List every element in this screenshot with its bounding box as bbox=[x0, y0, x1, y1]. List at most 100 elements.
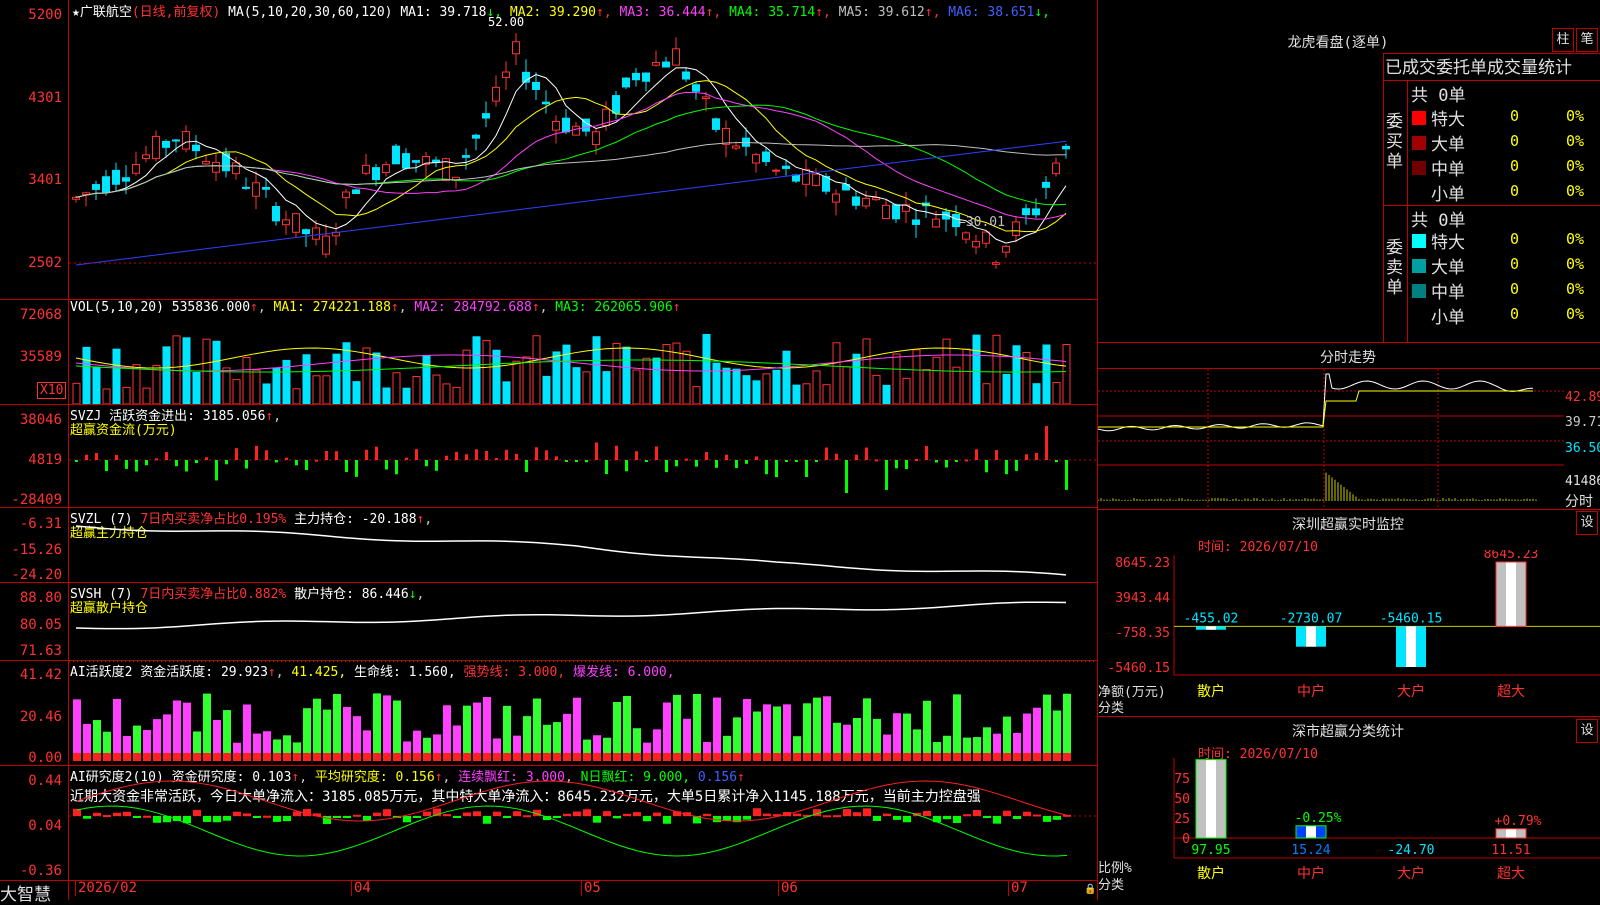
ai-research-ytick-0: 0.44 bbox=[28, 773, 62, 789]
order-size-label: 特大 bbox=[1431, 110, 1465, 130]
intraday-chart[interactable] bbox=[1098, 369, 1564, 507]
intraday-ylabel-0: 42.89 bbox=[1565, 390, 1600, 405]
svzl-chart[interactable] bbox=[69, 508, 1097, 582]
right-panel: 龙虎看盘(逐单) 柱 笔 已成交委托单成交量统计 委买单 委卖单 共 0单 共 … bbox=[1098, 0, 1600, 900]
sz-monitor-bar bbox=[1296, 626, 1326, 647]
sz-class-pct: -0.25% bbox=[1295, 811, 1342, 826]
svsh-ytick-1: 80.05 bbox=[19, 617, 62, 633]
lock-icon[interactable]: 🔒 bbox=[1084, 884, 1096, 895]
intraday-ylabel-2: 36.50 bbox=[1565, 441, 1600, 456]
sz-class-bar bbox=[1195, 759, 1227, 839]
order-size-label: 中单 bbox=[1431, 283, 1465, 303]
sz-class-pct: -0.04% bbox=[1195, 758, 1242, 760]
sz-class-ytick: 75 bbox=[1174, 772, 1190, 787]
sz-monitor-ytick: -758.35 bbox=[1115, 626, 1170, 641]
order-count: 0 bbox=[1510, 157, 1520, 175]
order-size-label: 特大 bbox=[1431, 233, 1465, 253]
sz-class-category: 大户 bbox=[1397, 865, 1425, 882]
svzj-ytick-2: -28409 bbox=[11, 492, 62, 508]
vol-ytick-high: 72068 bbox=[19, 307, 62, 323]
order-size-label: 大单 bbox=[1431, 258, 1465, 278]
low-marker: ←30.01 bbox=[958, 215, 1005, 230]
intraday-ylabel-1: 39.71 bbox=[1565, 415, 1600, 430]
order-pct: 0% bbox=[1566, 230, 1585, 248]
sz-class-bar bbox=[1295, 825, 1327, 839]
column-view-button[interactable]: 柱 bbox=[1552, 28, 1574, 52]
tick-view-button[interactable]: 笔 bbox=[1576, 28, 1598, 52]
sz-class-title: 深市超赢分类统计 bbox=[1292, 724, 1404, 740]
ai-research-chart[interactable] bbox=[69, 766, 1097, 880]
sz-monitor-title: 深圳超赢实时监控 bbox=[1292, 517, 1404, 533]
order-pct: 0% bbox=[1566, 157, 1585, 175]
order-pct: 0% bbox=[1566, 182, 1585, 200]
sz-monitor-bar bbox=[1196, 626, 1226, 630]
sz-monitor-category: 超大 bbox=[1497, 684, 1525, 700]
x-axis-label: 06 bbox=[778, 880, 798, 896]
order-pct: 0% bbox=[1566, 107, 1585, 125]
price-ytick: 2502 bbox=[28, 255, 62, 271]
svzl-ytick-0: -6.31 bbox=[19, 516, 62, 532]
sz-monitor-bar bbox=[1396, 626, 1426, 667]
dragon-tabs[interactable]: 已成交委托单成交量统计 bbox=[1385, 53, 1572, 78]
legend-swatch bbox=[1412, 284, 1426, 298]
sz-monitor-bar-label: -5460.15 bbox=[1380, 611, 1443, 626]
sz-class-category: 中户 bbox=[1297, 865, 1325, 882]
x-axis-label: 2026/02 bbox=[75, 880, 137, 896]
sz-monitor-xlabel: 分类 bbox=[1098, 701, 1125, 716]
sz-class-ytick: 0 bbox=[1182, 832, 1190, 847]
svsh-ytick-0: 88.80 bbox=[19, 590, 62, 606]
order-pct: 0% bbox=[1566, 132, 1585, 150]
sz-monitor-category: 散户 bbox=[1197, 683, 1225, 700]
intraday-ylabel-3: 41486 bbox=[1565, 474, 1600, 489]
ai-research-ytick-2: -0.36 bbox=[19, 863, 62, 879]
sz-class-pct: +0.79% bbox=[1495, 814, 1542, 829]
buy-order-label: 委买单 bbox=[1386, 112, 1403, 172]
price-ytick: 3401 bbox=[28, 172, 62, 188]
sz-monitor-bar-label: -455.02 bbox=[1184, 611, 1239, 626]
sz-monitor-settings-button[interactable]: 设 bbox=[1576, 511, 1598, 535]
svzj-ytick-0: 38046 bbox=[19, 412, 62, 428]
sz-monitor-ytick: -5460.15 bbox=[1107, 661, 1170, 676]
svsh-chart[interactable] bbox=[69, 583, 1097, 660]
price-ytick: 4301 bbox=[28, 90, 62, 106]
order-pct: 0% bbox=[1566, 305, 1585, 323]
svzj-chart[interactable] bbox=[69, 405, 1097, 507]
volume-chart[interactable] bbox=[69, 318, 1097, 404]
svsh-ytick-2: 71.63 bbox=[19, 643, 62, 659]
order-size-label: 小单 bbox=[1431, 185, 1465, 205]
legend-swatch bbox=[1412, 309, 1426, 323]
sz-class-value: -24.70 bbox=[1388, 843, 1435, 858]
vol-ytick-mid: 35589 bbox=[19, 349, 62, 365]
svzl-ytick-1: -15.26 bbox=[11, 542, 62, 558]
sz-monitor-bar-label: 8645.23 bbox=[1484, 550, 1539, 562]
order-count: 0 bbox=[1510, 182, 1520, 200]
legend-swatch bbox=[1412, 136, 1426, 150]
sz-class-chart[interactable]: 75 50 25 0 -0.04% 97.95 散户 -0.25% 15.24 中户 -24.70 大… bbox=[1098, 758, 1600, 900]
buy-total: 共 0单 bbox=[1411, 86, 1466, 106]
dragon-title: 龙虎看盘(逐单) bbox=[1287, 35, 1389, 51]
x-axis-label: 07 bbox=[1008, 880, 1028, 896]
vol-unit-badge[interactable]: X10 bbox=[37, 382, 67, 399]
ai-activity-chart[interactable] bbox=[69, 661, 1097, 765]
order-count: 0 bbox=[1510, 132, 1520, 150]
sz-monitor-category: 中户 bbox=[1297, 683, 1325, 700]
app-name: 大智慧 bbox=[0, 885, 51, 905]
sz-monitor-chart[interactable]: 8645.23 3943.44 -758.35 -5460.15 -455.02 散户 -2… bbox=[1098, 550, 1600, 715]
order-size-label: 小单 bbox=[1431, 308, 1465, 328]
legend-swatch bbox=[1412, 234, 1426, 248]
sz-monitor-category: 大户 bbox=[1397, 683, 1425, 700]
sz-class-value: 15.24 bbox=[1291, 843, 1330, 858]
sz-class-settings-button[interactable]: 设 bbox=[1576, 719, 1598, 743]
chart-area[interactable]: ★广联航空(日线,前复权) MA(5,10,20,30,60,120) MA1:… bbox=[0, 0, 1098, 905]
ai-active-ytick-1: 20.46 bbox=[19, 709, 62, 725]
high-marker: 52.00 bbox=[488, 15, 525, 29]
price-ytick: 5200 bbox=[28, 7, 62, 23]
order-count: 0 bbox=[1510, 230, 1520, 248]
order-pct: 0% bbox=[1566, 255, 1585, 273]
order-count: 0 bbox=[1510, 280, 1520, 298]
x-axis-label: 05 bbox=[581, 880, 601, 896]
sz-class-value: 11.51 bbox=[1491, 843, 1530, 858]
legend-swatch bbox=[1412, 161, 1426, 175]
sz-class-category: 散户 bbox=[1197, 865, 1225, 882]
candlestick-chart[interactable] bbox=[69, 18, 1097, 298]
